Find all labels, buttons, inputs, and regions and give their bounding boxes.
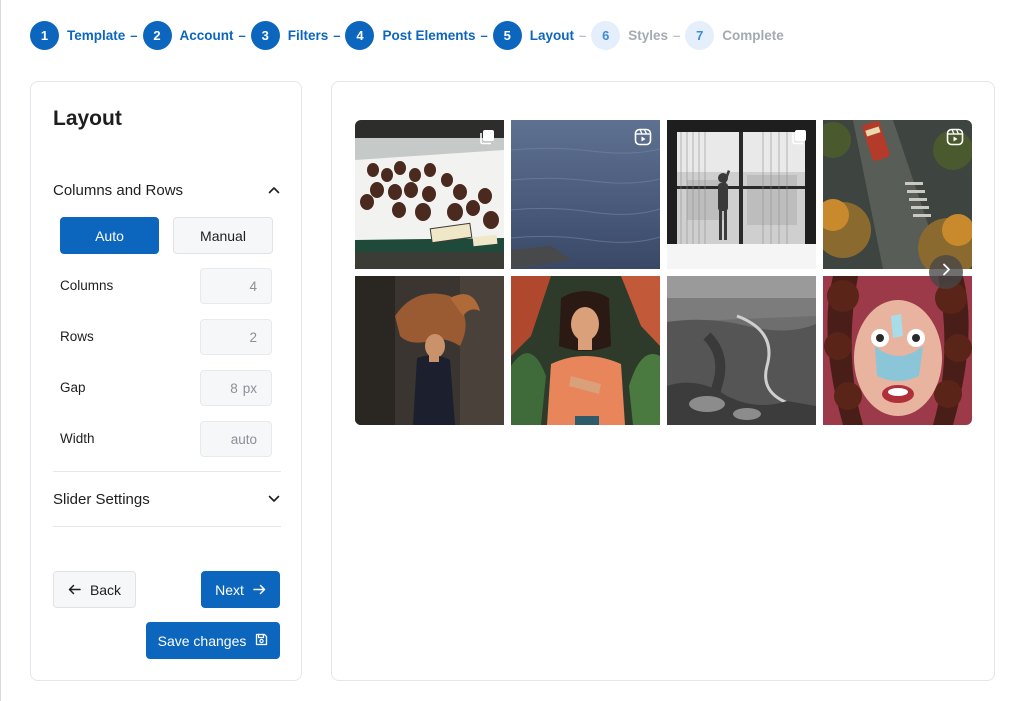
section-title: Columns and Rows [53,181,184,199]
width-label: Width [60,431,95,446]
step-number: 7 [685,20,715,50]
rows-input[interactable]: 2 [200,319,272,355]
panel-title: Layout [53,107,122,130]
next-button[interactable]: Next [201,571,280,608]
step-styles[interactable]: 6 Styles [591,20,669,50]
gap-label: Gap [60,380,86,395]
step-separator: – [130,27,138,43]
feed-post-tile[interactable] [667,276,816,425]
step-number: 6 [591,20,621,50]
step-number: 5 [492,20,522,50]
chevron-up-icon [267,183,281,197]
save-label: Save changes [157,632,247,649]
step-filters[interactable]: 3 Filters [250,20,329,50]
step-separator: – [673,27,681,43]
step-template[interactable]: 1 Template [30,20,126,50]
wizard-stepper: 1 Template – 2 Account – 3 Filters – 4 P… [30,20,784,50]
chevron-down-icon [267,492,281,506]
arrow-right-icon [253,582,266,598]
mode-manual-button[interactable]: Manual [173,217,273,254]
feed-post-tile[interactable] [511,120,660,269]
step-number: 1 [30,20,59,50]
gap-input[interactable]: 8 px [200,370,272,406]
step-label: Post Elements [382,27,476,43]
feed-post-tile[interactable] [511,276,660,425]
step-label: Complete [722,27,784,43]
gap-value: 8 [230,380,238,396]
window-edge [0,0,1,701]
step-number: 3 [250,20,280,50]
columns-value: 4 [249,278,257,294]
step-separator: – [480,27,488,43]
floppy-disk-icon [255,633,268,649]
step-label: Layout [529,27,575,43]
step-label: Styles [628,27,669,43]
arrow-left-icon [68,582,81,598]
feed-post-tile[interactable] [667,120,816,269]
feed-preview-panel [331,81,995,681]
carousel-icon [480,130,494,145]
mode-auto-button[interactable]: Auto [60,217,159,254]
step-separator: – [579,27,587,43]
width-input[interactable]: auto [200,421,272,457]
reels-icon [946,128,964,146]
step-separator: – [333,27,341,43]
feed-post-tile[interactable] [823,276,972,425]
rows-value: 2 [249,329,257,345]
section-title: Slider Settings [53,490,150,508]
post-image [823,276,972,425]
width-value: auto [230,431,257,447]
save-changes-button[interactable]: Save changes [146,622,280,659]
carousel-icon [792,130,806,145]
step-label: Account [179,27,234,43]
step-label: Filters [287,27,329,43]
step-number: 2 [142,20,172,50]
step-separator: – [238,27,246,43]
feed-post-tile[interactable] [355,276,504,425]
step-account[interactable]: 2 Account [142,20,234,50]
gap-unit: px [242,380,257,396]
feed-post-tile[interactable] [823,120,972,269]
slider-next-button[interactable] [929,255,963,289]
back-button[interactable]: Back [53,571,136,608]
section-divider [53,471,281,472]
next-label: Next [215,581,244,598]
step-complete[interactable]: 7 Complete [685,20,784,50]
section-divider [53,526,281,527]
reels-icon [634,128,652,146]
step-post-elements[interactable]: 4 Post Elements [345,20,476,50]
columns-input[interactable]: 4 [200,268,272,304]
step-layout[interactable]: 5 Layout [492,20,575,50]
post-image [511,276,660,425]
step-label: Template [67,27,126,43]
slider-settings-section-toggle[interactable]: Slider Settings [53,487,281,511]
back-label: Back [89,581,122,598]
chevron-right-icon [942,263,951,281]
feed-post-tile[interactable] [355,120,504,269]
rows-label: Rows [60,329,94,344]
columns-rows-section-toggle[interactable]: Columns and Rows [53,178,281,202]
step-number: 4 [345,20,375,50]
columns-label: Columns [60,278,114,293]
post-image [667,276,816,425]
post-image [355,276,504,425]
layout-settings-panel: Layout Columns and Rows Auto Manual Colu… [30,81,302,681]
